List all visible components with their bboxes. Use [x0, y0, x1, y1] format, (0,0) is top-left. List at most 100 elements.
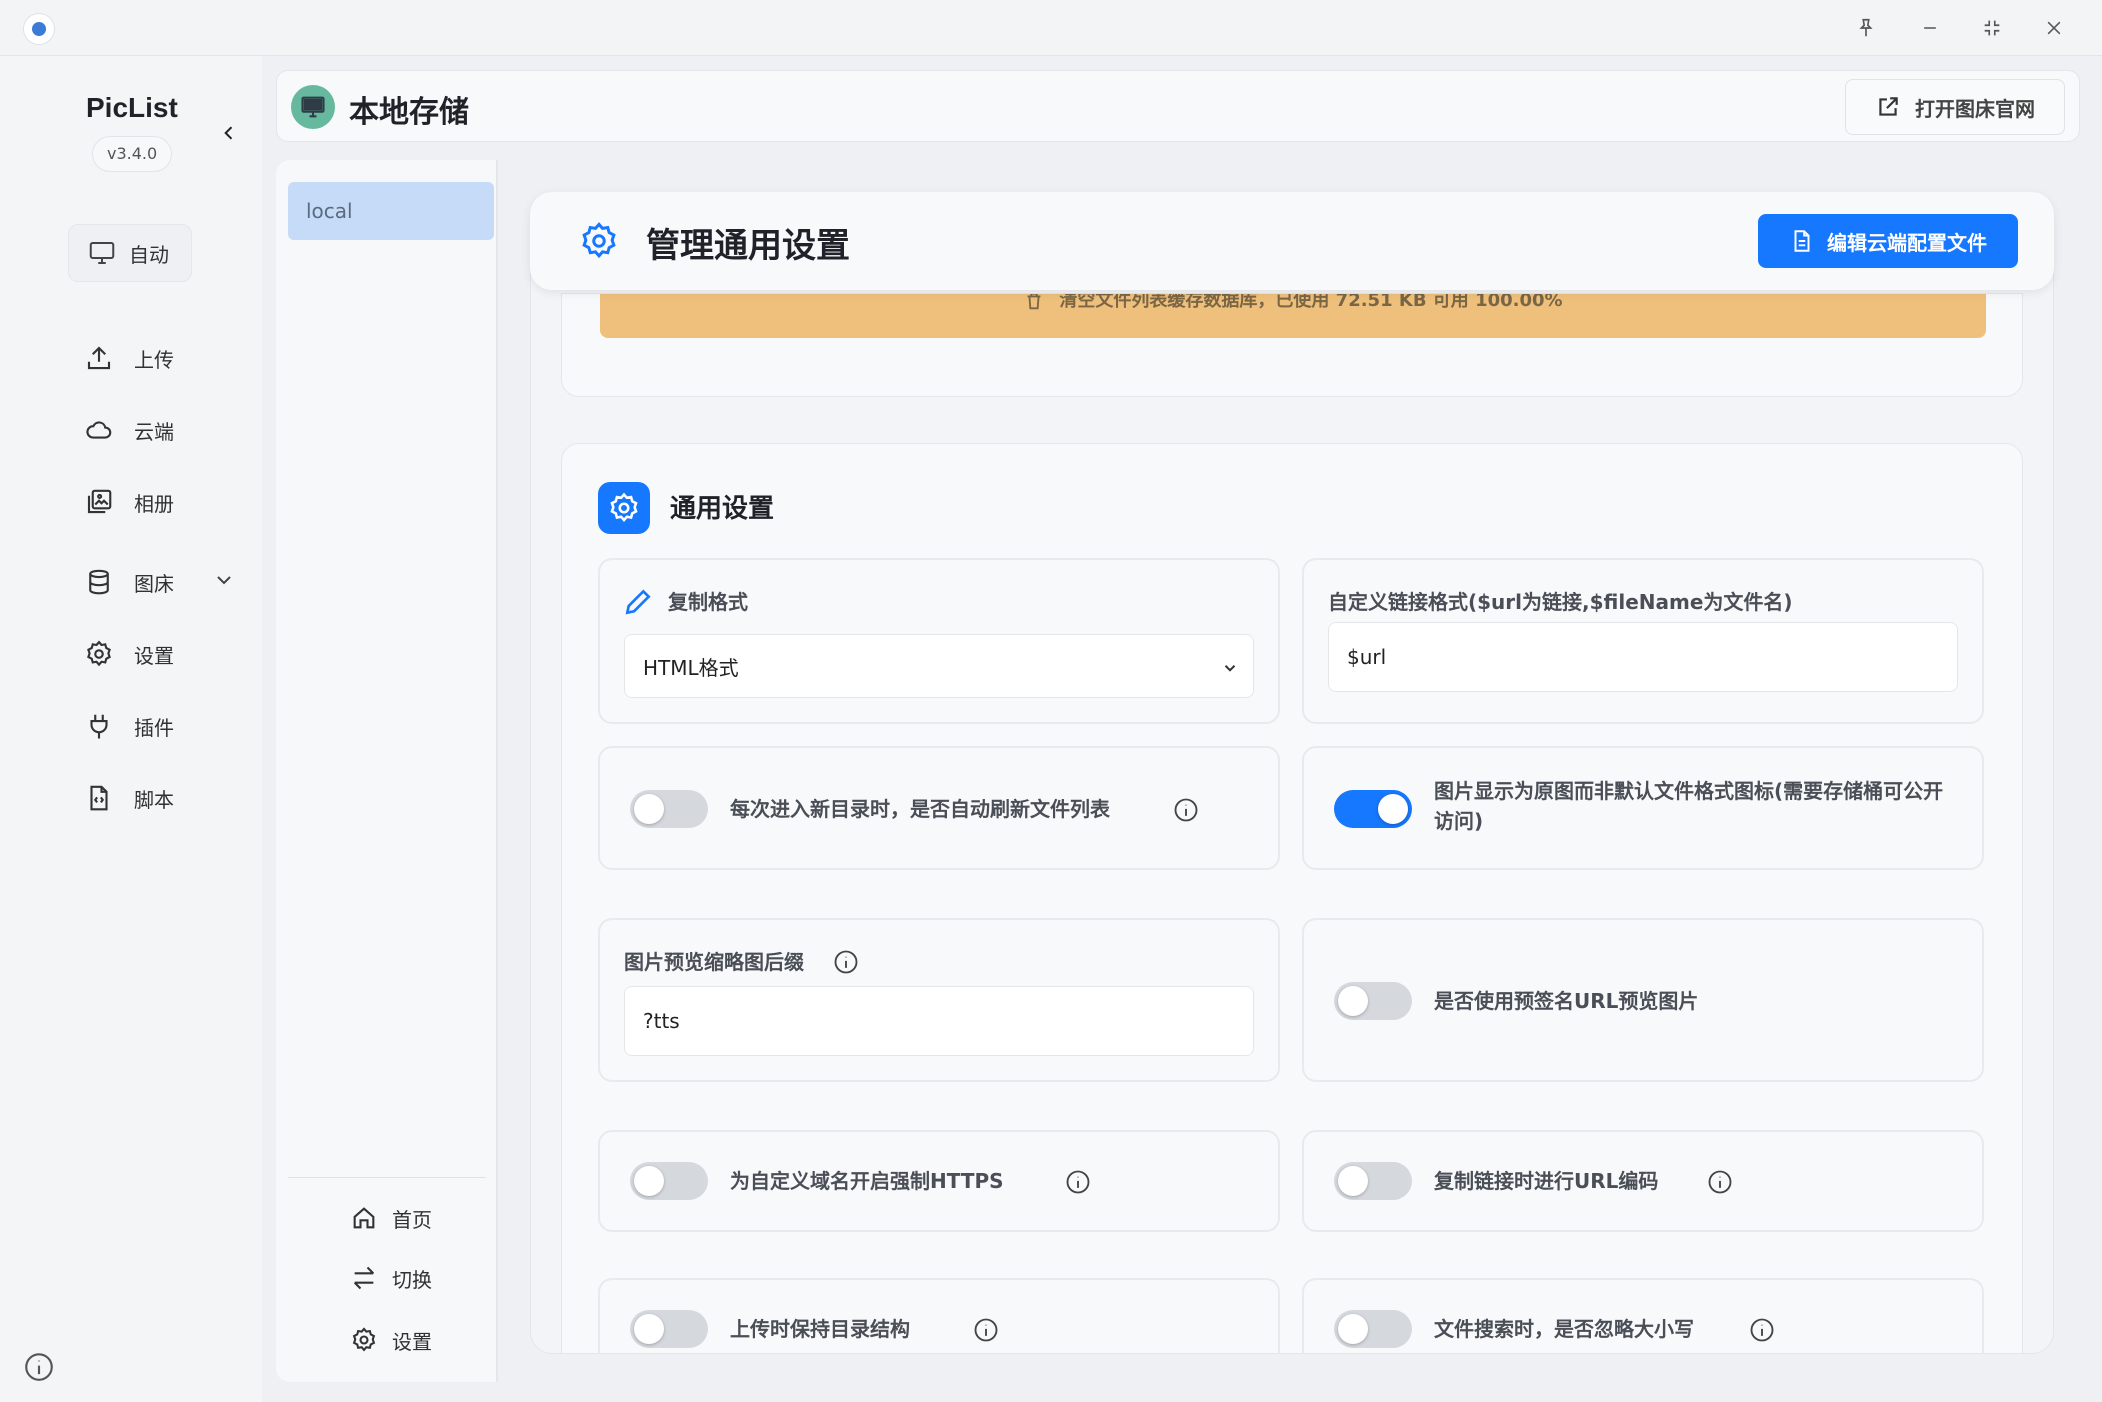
cache-card: 清空文件列表缓存数据库，已使用 72.51 KB 可用 100.00% — [561, 293, 2023, 397]
close-icon[interactable] — [2036, 12, 2072, 44]
collapse-sidebar-button[interactable] — [214, 118, 244, 148]
storage-list-panel: local 首页 切换 设置 — [276, 160, 498, 1382]
sidebar-item-settings[interactable]: 设置 — [84, 634, 174, 674]
keep-structure-toggle[interactable] — [630, 1310, 708, 1348]
sidebar: PicList v3.4.0 自动 上传 云端 相册 图床 设置 插件 脚本 — [0, 56, 262, 1402]
divider — [288, 1177, 486, 1178]
computer-icon — [291, 85, 335, 129]
auto-refresh-item: 每次进入新目录时，是否自动刷新文件列表 — [598, 746, 1280, 870]
thumbnail-suffix-item: 图片预览缩略图后缀 ?tts — [598, 918, 1280, 1082]
general-settings-card: 通用设置 复制格式 HTML格式 自定义链接格式($url为链接,$fileNa… — [561, 443, 2023, 1353]
info-icon — [834, 950, 858, 974]
home-label: 首页 — [392, 1207, 432, 1232]
restore-icon[interactable] — [1974, 12, 2010, 44]
chevron-down-icon — [1224, 665, 1236, 672]
switch-button[interactable]: 切换 — [350, 1260, 432, 1296]
custom-link-format-item: 自定义链接格式($url为链接,$fileName为文件名) $url — [1302, 558, 1984, 724]
gear-icon — [87, 640, 111, 667]
monitor-icon — [89, 242, 115, 264]
cache-notice: 清空文件列表缓存数据库，已使用 72.51 KB 可用 100.00% — [1059, 294, 1563, 311]
url-encode-label: 复制链接时进行URL编码 — [1434, 1169, 1659, 1193]
settings-header: 管理通用设置 编辑云端配置文件 — [530, 192, 2054, 290]
title-bar — [0, 0, 2102, 56]
theme-mode-button[interactable]: 自动 — [68, 224, 192, 282]
document-icon — [1794, 230, 1810, 252]
info-icon — [1750, 1318, 1774, 1342]
info-icon — [1708, 1170, 1732, 1194]
sidebar-item-cloud[interactable]: 云端 — [84, 410, 174, 450]
sidebar-item-upload[interactable]: 上传 — [84, 338, 174, 378]
show-original-item: 图片显示为原图而非默认文件格式图标(需要存储桶可公开访问) — [1302, 746, 1984, 870]
sidebar-item-label: 上传 — [134, 347, 174, 372]
gear-icon — [578, 220, 620, 262]
copy-format-value: HTML格式 — [643, 655, 739, 680]
theme-mode-label: 自动 — [129, 242, 169, 267]
switch-icon — [353, 1266, 375, 1290]
sidebar-item-label: 脚本 — [134, 787, 174, 812]
presigned-url-toggle[interactable] — [1334, 982, 1412, 1020]
open-picbed-site-button[interactable]: 打开图床官网 — [1845, 79, 2065, 135]
force-https-item: 为自定义域名开启强制HTTPS — [598, 1130, 1280, 1232]
thumbnail-suffix-label: 图片预览缩略图后缀 — [624, 950, 804, 974]
sidebar-item-gallery[interactable]: 相册 — [84, 482, 174, 522]
sidebar-item-label: 云端 — [134, 419, 174, 444]
app-name: PicList — [86, 92, 178, 123]
storage-settings-button[interactable]: 设置 — [350, 1322, 432, 1358]
storage-settings-label: 设置 — [392, 1329, 432, 1354]
custom-link-format-label: 自定义链接格式($url为链接,$fileName为文件名) — [1328, 590, 1793, 614]
show-original-label: 图片显示为原图而非默认文件格式图标(需要存储桶可公开访问) — [1434, 779, 1944, 833]
url-encode-toggle[interactable] — [1334, 1162, 1412, 1200]
pencil-icon — [625, 589, 651, 615]
home-icon — [353, 1207, 375, 1229]
edit-cloud-config-button[interactable]: 编辑云端配置文件 — [1758, 214, 2018, 268]
gallery-icon — [87, 489, 112, 514]
about-info-icon[interactable] — [22, 1350, 56, 1384]
edit-cloud-config-label: 编辑云端配置文件 — [1827, 230, 1987, 255]
info-icon — [974, 1318, 998, 1342]
pin-icon[interactable] — [1848, 12, 1884, 44]
info-icon — [1066, 1170, 1090, 1194]
minimize-icon[interactable] — [1912, 12, 1948, 44]
home-button[interactable]: 首页 — [350, 1200, 432, 1236]
copy-format-item: 复制格式 HTML格式 — [598, 558, 1280, 724]
sidebar-item-picbed[interactable]: 图床 — [84, 562, 231, 602]
settings-content[interactable]: 清空文件列表缓存数据库，已使用 72.51 KB 可用 100.00% 通用设置… — [530, 192, 2054, 1354]
cloud-icon — [86, 421, 112, 439]
plug-icon — [90, 714, 108, 739]
copy-format-label: 复制格式 — [668, 590, 748, 614]
sidebar-item-label: 设置 — [134, 643, 174, 668]
gear-icon — [352, 1327, 376, 1352]
ignore-case-label: 文件搜索时，是否忽略大小写 — [1434, 1317, 1694, 1341]
chevron-down-icon — [217, 576, 231, 585]
presigned-url-label: 是否使用预签名URL预览图片 — [1434, 989, 1699, 1013]
show-original-toggle[interactable] — [1334, 790, 1412, 828]
settings-title: 管理通用设置 — [646, 226, 850, 266]
custom-link-format-input[interactable]: $url — [1328, 622, 1958, 692]
page-title: 本地存储 — [349, 95, 469, 130]
copy-format-select[interactable]: HTML格式 — [624, 634, 1254, 698]
external-link-icon — [1879, 97, 1898, 116]
info-icon — [1174, 798, 1198, 822]
page-header: 本地存储 打开图床官网 — [276, 70, 2080, 142]
keep-structure-item: 上传时保持目录结构 — [598, 1278, 1280, 1353]
presigned-url-item: 是否使用预签名URL预览图片 — [1302, 918, 1984, 1082]
app-logo-icon — [24, 14, 54, 44]
storage-item-local[interactable]: local — [288, 182, 494, 240]
sidebar-item-label: 图床 — [134, 571, 174, 596]
open-picbed-site-label: 打开图床官网 — [1915, 96, 2035, 121]
thumbnail-suffix-input[interactable]: ?tts — [624, 986, 1254, 1056]
force-https-label: 为自定义域名开启强制HTTPS — [730, 1169, 1004, 1193]
auto-refresh-label: 每次进入新目录时，是否自动刷新文件列表 — [730, 797, 1110, 821]
gear-icon — [598, 482, 650, 534]
url-encode-item: 复制链接时进行URL编码 — [1302, 1130, 1984, 1232]
sidebar-item-plugins[interactable]: 插件 — [84, 706, 174, 746]
sidebar-item-scripts[interactable]: 脚本 — [84, 778, 174, 818]
auto-refresh-toggle[interactable] — [630, 790, 708, 828]
upload-icon — [87, 346, 111, 370]
clear-cache-button[interactable]: 清空文件列表缓存数据库，已使用 72.51 KB 可用 100.00% — [600, 294, 1986, 338]
force-https-toggle[interactable] — [630, 1162, 708, 1200]
sidebar-item-label: 相册 — [134, 491, 174, 516]
keep-structure-label: 上传时保持目录结构 — [730, 1317, 910, 1341]
general-settings-title: 通用设置 — [670, 494, 775, 524]
ignore-case-toggle[interactable] — [1334, 1310, 1412, 1348]
